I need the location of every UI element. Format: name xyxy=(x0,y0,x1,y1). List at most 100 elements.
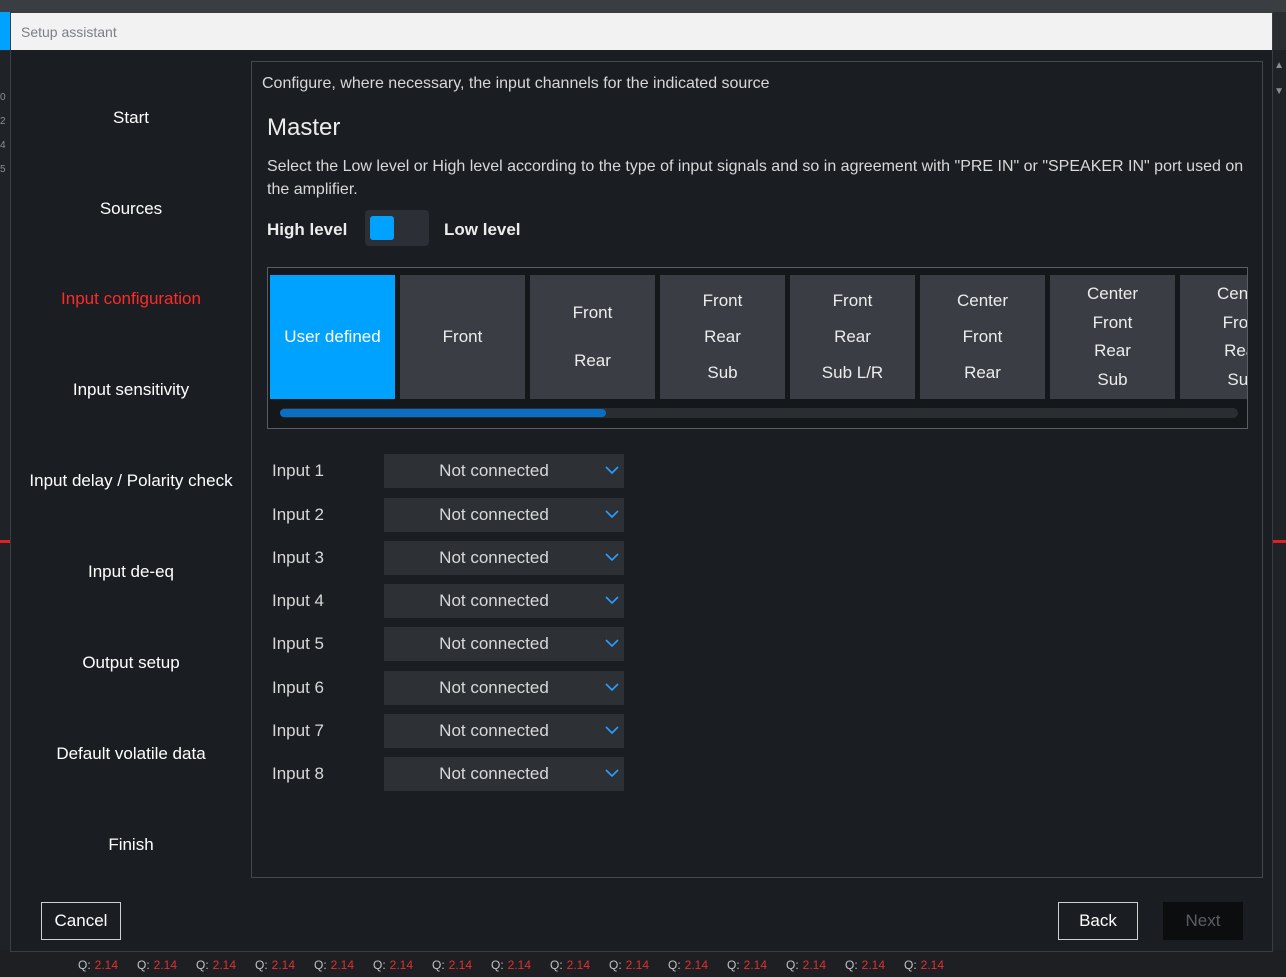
preset-option-line: Front xyxy=(832,291,873,310)
input-row: Input 6 Not connected xyxy=(271,671,631,705)
q-label: Q: xyxy=(668,958,681,972)
background-q-value: Q: 2.14 xyxy=(373,958,413,972)
q-value: 2.14 xyxy=(212,958,237,972)
source-title: Master xyxy=(267,114,341,141)
preset-option[interactable]: Center Front Rear xyxy=(920,275,1045,399)
input-select-value: Not connected xyxy=(439,591,549,610)
preset-option-line: Front xyxy=(962,327,1003,346)
toggle-knob xyxy=(370,216,394,240)
preset-option[interactable]: User defined xyxy=(270,275,395,399)
background-q-value: Q: 2.14 xyxy=(432,958,472,972)
q-value: 2.14 xyxy=(802,958,827,972)
background-q-value: Q: 2.14 xyxy=(196,958,236,972)
nav-item-input-de-eq[interactable]: Input de-eq xyxy=(11,562,251,582)
level-toggle[interactable] xyxy=(365,210,429,246)
input-label: Input 4 xyxy=(272,591,324,610)
input-select-value: Not connected xyxy=(439,461,549,480)
preset-option[interactable]: Front Rear Sub L/R xyxy=(790,275,915,399)
chevron-down-icon xyxy=(605,596,619,605)
q-label: Q: xyxy=(255,958,268,972)
input-row: Input 5 Not connected xyxy=(271,627,631,661)
preset-option-line: Rear xyxy=(704,327,741,346)
nav-item-input-configuration[interactable]: Input configuration xyxy=(11,289,251,309)
preset-option-line: Center xyxy=(956,291,1009,310)
preset-option-line: Rear xyxy=(1094,341,1131,361)
level-description: Select the Low level or High level accor… xyxy=(267,158,1244,198)
nav-item-start[interactable]: Start xyxy=(11,108,251,128)
input-select-value: Not connected xyxy=(439,548,549,567)
input-source-select[interactable]: Not connected xyxy=(384,541,624,575)
input-label: Input 6 xyxy=(272,678,324,697)
input-source-select[interactable]: Not connected xyxy=(384,454,624,488)
input-source-select[interactable]: Not connected xyxy=(384,627,624,661)
nav-item-default-volatile-data[interactable]: Default volatile data xyxy=(11,744,251,764)
q-value: 2.14 xyxy=(271,958,296,972)
background-q-value: Q: 2.14 xyxy=(137,958,177,972)
chevron-up-icon: ▲ xyxy=(1274,60,1284,71)
preset-option-line: Rear xyxy=(1224,341,1247,361)
preset-scrollbar-thumb[interactable] xyxy=(280,409,606,417)
next-button[interactable]: Next xyxy=(1163,902,1243,940)
channel-preset-carousel: User defined Front Front Rear Front Rear Sub Fr… xyxy=(267,267,1248,429)
input-source-select[interactable]: Not connected xyxy=(384,714,624,748)
chevron-down-icon xyxy=(605,726,619,735)
nav-item-input-delay-polarity[interactable]: Input delay / Polarity check xyxy=(11,471,251,491)
nav-item-output-setup[interactable]: Output setup xyxy=(11,653,251,673)
preset-option[interactable]: Front xyxy=(400,275,525,399)
input-source-select[interactable]: Not connected xyxy=(384,757,624,791)
q-value: 2.14 xyxy=(743,958,768,972)
input-row: Input 8 Not connected xyxy=(271,757,631,791)
dialog-title: Setup assistant xyxy=(11,13,1272,50)
q-label: Q: xyxy=(845,958,858,972)
q-value: 2.14 xyxy=(684,958,709,972)
preset-scrollbar[interactable] xyxy=(280,408,1238,418)
q-label: Q: xyxy=(904,958,917,972)
preset-option-line: Rear xyxy=(834,327,871,346)
background-q-value: Q: 2.14 xyxy=(904,958,944,972)
preset-option-line: Center xyxy=(1086,283,1139,303)
q-value: 2.14 xyxy=(389,958,414,972)
q-value: 2.14 xyxy=(920,958,945,972)
preset-option-line: Front xyxy=(572,303,613,322)
nav-item-input-sensitivity[interactable]: Input sensitivity xyxy=(11,380,251,400)
preset-option-line: Sub xyxy=(707,363,738,382)
q-label: Q: xyxy=(550,958,563,972)
preset-option-line: Sub L/R xyxy=(821,363,884,382)
chevron-down-icon xyxy=(605,466,619,475)
input-source-select[interactable]: Not connected xyxy=(384,671,624,705)
nav-item-finish[interactable]: Finish xyxy=(11,835,251,855)
preset-option[interactable]: Center Front Rear Sub xyxy=(1180,275,1247,399)
background-q-value: Q: 2.14 xyxy=(491,958,531,972)
background-q-value: Q: 2.14 xyxy=(727,958,767,972)
background-digit: 5 xyxy=(0,164,6,175)
high-level-label: High level xyxy=(267,220,348,239)
nav-item-sources[interactable]: Sources xyxy=(11,199,251,219)
preset-option-line: Rear xyxy=(964,363,1001,382)
q-label: Q: xyxy=(137,958,150,972)
q-value: 2.14 xyxy=(566,958,591,972)
preset-option[interactable]: Front Rear Sub xyxy=(660,275,785,399)
input-select-value: Not connected xyxy=(439,721,549,740)
input-select-value: Not connected xyxy=(439,505,549,524)
input-row: Input 7 Not connected xyxy=(271,714,631,748)
preset-option[interactable]: Front Rear xyxy=(530,275,655,399)
background-q-value: Q: 2.14 xyxy=(314,958,354,972)
background-digit: 4 xyxy=(0,140,6,151)
input-configuration-panel: Configure, where necessary, the input ch… xyxy=(251,61,1263,878)
input-label: Input 3 xyxy=(272,548,324,567)
q-label: Q: xyxy=(314,958,327,972)
preset-option-line: Front xyxy=(702,291,743,310)
input-label: Input 2 xyxy=(272,505,324,524)
input-source-select[interactable]: Not connected xyxy=(384,584,624,618)
back-button[interactable]: Back xyxy=(1058,902,1138,940)
background-digit: 0 xyxy=(0,92,6,103)
input-label: Input 5 xyxy=(272,634,324,653)
background-app-toolbar xyxy=(0,0,1286,12)
background-app-right-panel: ▲ ▼ xyxy=(1272,50,1286,950)
background-q-value: Q: 2.14 xyxy=(845,958,885,972)
preset-option[interactable]: Center Front Rear Sub xyxy=(1050,275,1175,399)
input-source-select[interactable]: Not connected xyxy=(384,498,624,532)
cancel-button[interactable]: Cancel xyxy=(41,902,121,940)
input-label: Input 7 xyxy=(272,721,324,740)
q-label: Q: xyxy=(609,958,622,972)
